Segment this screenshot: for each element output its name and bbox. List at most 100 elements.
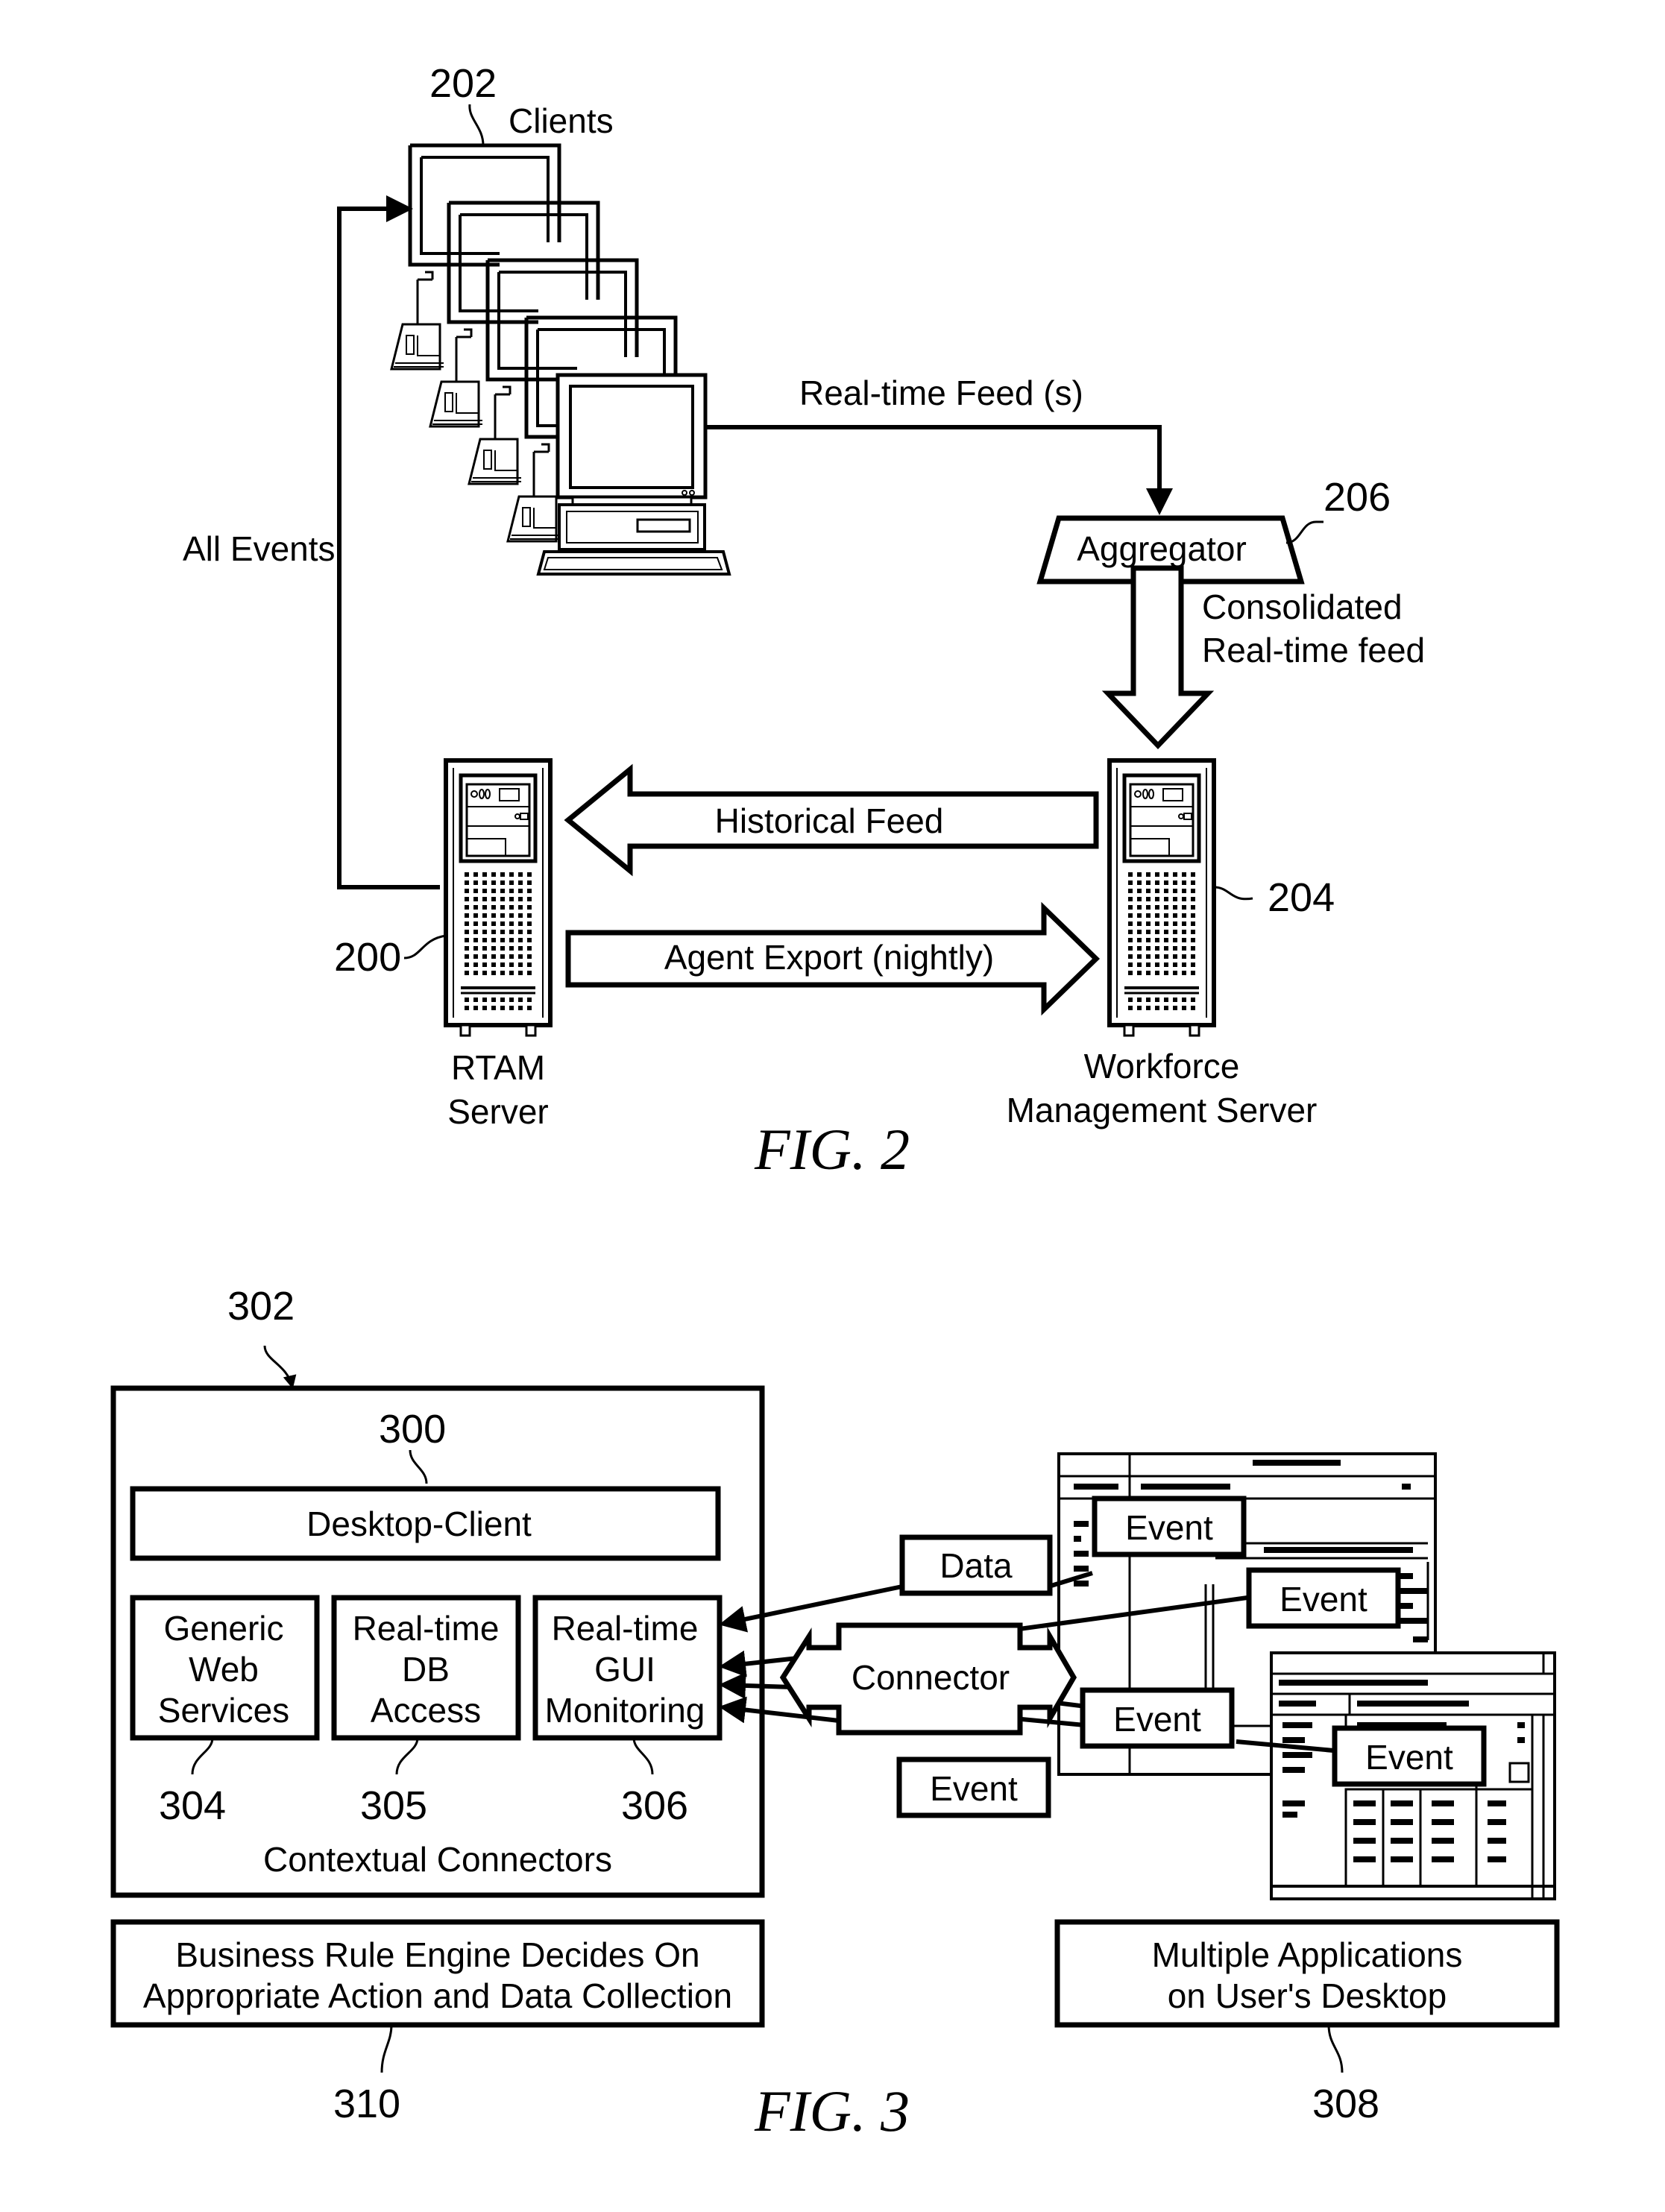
vent-slot [1191,971,1195,975]
vent-slot [482,998,487,1002]
event-box: Event [896,1756,1051,1818]
wfm-label-line1: Workforce [1084,1047,1240,1085]
connector-line: Monitoring [545,1691,705,1730]
contextual-connectors-label: Contextual Connectors [263,1840,612,1879]
connector-line: Web [189,1650,259,1689]
vent-slot [1155,930,1159,934]
multiple-applications-box: Multiple Applications on User's Desktop [1054,1919,1560,2028]
vent-slot [491,938,496,942]
ref-308: 308 [1312,2082,1379,2126]
ref-305: 305 [360,1783,427,1828]
vent-slot [1164,1006,1168,1010]
vent-slot [1128,938,1133,942]
vent-slot [1182,913,1186,918]
vent-slot [1146,1006,1151,1010]
vent-slot [1191,938,1195,942]
vent-slot [491,913,496,918]
vent-slot [518,938,523,942]
vent-slot [1146,938,1151,942]
vent-slot [518,971,523,975]
vent-slot [1137,946,1142,951]
vent-slot [500,889,505,893]
vent-slot [1173,889,1177,893]
patent-drawing: 202 Clients All Events Real-time Feed (s… [110,61,1560,2143]
vent-slot [518,872,523,877]
vent-slot [1146,921,1151,926]
vent-slot [527,998,532,1002]
vent-slot [1137,872,1142,877]
vent-slot [518,905,523,910]
vent-slot [518,921,523,926]
vent-slot [527,913,532,918]
vent-slot [509,962,514,967]
vent-slot [1164,905,1168,910]
vent-slot [482,930,487,934]
wfm-ref-number: 204 [1268,875,1335,920]
vent-slot [1191,930,1195,934]
vent-slot [527,954,532,959]
realtime-feed-arrow [705,425,1173,515]
connector-line: Real-time [353,1609,500,1648]
vent-slot [518,954,523,959]
vent-slot [509,946,514,951]
vent-slot [527,971,532,975]
vent-slot [527,921,532,926]
vent-slot [1164,921,1168,926]
connector-line: Generic [163,1609,283,1648]
vent-slot [1191,921,1195,926]
vent-slot [473,913,478,918]
vent-slot [1191,946,1195,951]
vent-slot [465,930,469,934]
wfm-leader-line [1213,886,1253,901]
fig2: 202 Clients All Events Real-time Feed (s… [183,61,1425,1182]
event-label: Event [1280,1580,1367,1619]
vent-slot [1155,946,1159,951]
vent-slot [1128,946,1133,951]
vent-slot [473,921,478,926]
vent-slot [465,998,469,1002]
vent-slot [473,880,478,885]
vent-slot [1137,889,1142,893]
vent-slot [1146,889,1151,893]
vent-slot [491,962,496,967]
workforce-management-server [1110,760,1214,1036]
vent-slot [1182,889,1186,893]
vent-slot [1173,897,1177,901]
vent-slot [1182,921,1186,926]
vent-slot [1164,897,1168,901]
vent-slot [518,998,523,1002]
vent-slot [1128,954,1133,959]
vent-slot [473,889,478,893]
vent-slot [500,930,505,934]
vent-slot [482,921,487,926]
vent-slot [473,938,478,942]
vent-slot [1164,880,1168,885]
ref-306: 306 [621,1783,688,1828]
vent-slot [1164,946,1168,951]
event-box: Event [1080,1687,1235,1749]
vent-slot [1137,938,1142,942]
clients-computer-stack [391,145,731,576]
vent-slot [1191,998,1195,1002]
rtam-label-line1: RTAM [451,1048,545,1087]
historical-feed-label: Historical Feed [715,801,944,840]
event-label: Event [930,1769,1018,1808]
vent-slot [1155,897,1159,901]
desktop-client-label: Desktop-Client [306,1504,532,1543]
vent-slot [491,872,496,877]
fig2-caption: FIG. 2 [754,1117,910,1182]
vent-slot [1128,872,1133,877]
vent-slot [1137,962,1142,967]
business-rule-line1: Business Rule Engine Decides On [175,1935,699,1974]
vent-slot [473,962,478,967]
vent-slot [1182,971,1186,975]
aggregator-ref-number: 206 [1323,475,1391,520]
vent-slot [491,1006,496,1010]
vent-slot [1173,930,1177,934]
event-box: Event [1246,1567,1401,1629]
vent-slot [473,930,478,934]
vent-slot [1182,905,1186,910]
vent-slot [491,897,496,901]
vent-slot [1128,921,1133,926]
vent-slot [1128,913,1133,918]
